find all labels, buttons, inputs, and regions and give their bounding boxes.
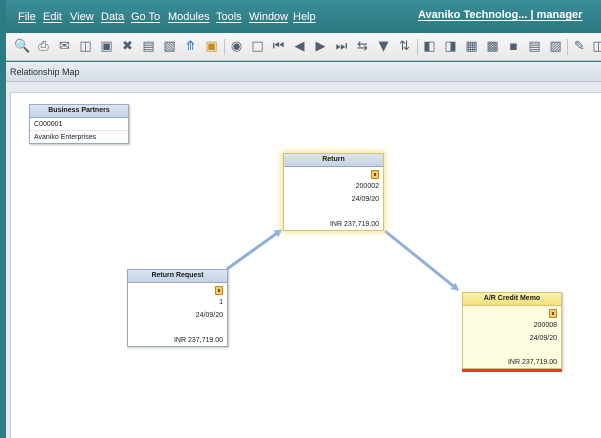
upload-icon[interactable]: ⤊	[182, 38, 199, 55]
current-document-indicator	[462, 369, 562, 372]
base-document-icon[interactable]: ◧	[421, 38, 438, 55]
business-partners-node[interactable]: Business Partners C000001 Avaniko Enterp…	[29, 104, 129, 144]
excel-icon[interactable]: ✖	[119, 38, 136, 55]
doc-date: 24/09/20	[351, 196, 379, 203]
relationship-icon[interactable]: ◫	[590, 38, 601, 55]
connection-arrows	[226, 229, 460, 291]
menu-window[interactable]: Window	[249, 11, 288, 23]
bp-code: C000001	[30, 118, 128, 131]
menu-data[interactable]: Data	[101, 11, 124, 23]
toolbar: 🔍 ⎙ ✉ ◫ ▣ ✖ ▤ ▧ ⤊ ▣ ◉ □ ⏮ ◀ ▶ ⏭ ⇆ ▼ ⇅ ◧ …	[6, 33, 601, 61]
arrow-return-to-credit-memo	[384, 229, 460, 291]
arrow-request-to-return	[226, 229, 283, 271]
next-record-icon[interactable]: ▶	[312, 38, 329, 55]
layout-icon[interactable]: ▪	[505, 38, 522, 55]
return-request-node[interactable]: Return Request 1 24/09/20 INR 237,719.00	[127, 269, 228, 347]
doc-amount: INR 237,719.00	[329, 221, 379, 228]
bp-name: Avaniko Enterprises	[34, 134, 97, 141]
menu-view[interactable]: View	[70, 11, 94, 23]
document-icon	[371, 170, 379, 179]
email-icon[interactable]: ✉	[56, 38, 73, 55]
form-icon[interactable]: ▤	[526, 38, 543, 55]
ar-credit-memo-node[interactable]: A/R Credit Memo 200008 24/09/20 INR 237,…	[462, 292, 562, 372]
gross-profit-icon[interactable]: ▨	[547, 38, 564, 55]
doc-number: 200008	[533, 322, 557, 329]
document-icon	[215, 286, 223, 295]
menu-modules[interactable]: Modules	[168, 11, 210, 23]
node-title: A/R Credit Memo	[463, 293, 561, 306]
toolbar-separator	[567, 39, 568, 55]
return-node[interactable]: Return 200002 24/09/20 INR 237,719.00	[283, 153, 384, 231]
toolbar-separator	[224, 39, 225, 55]
export-icon[interactable]: ◫	[77, 38, 94, 55]
edit-icon[interactable]: ✎	[571, 38, 588, 55]
window-title: Relationship Map	[6, 62, 601, 82]
node-title: Return	[284, 154, 383, 167]
doc-number: 1	[219, 299, 223, 306]
doc-number: 200002	[355, 183, 379, 190]
toolbar-separator	[417, 39, 418, 55]
lock-icon[interactable]: ▣	[203, 38, 220, 55]
refresh-icon[interactable]: ⇆	[354, 38, 371, 55]
previous-record-icon[interactable]: ◀	[291, 38, 308, 55]
doc-amount: INR 237,719.00	[507, 359, 557, 366]
document-edit-icon	[549, 309, 557, 318]
menu-help[interactable]: Help	[293, 11, 316, 23]
node-title: Business Partners	[30, 105, 128, 118]
doc-amount: INR 237,719.00	[173, 337, 223, 344]
last-record-icon[interactable]: ⏭	[333, 38, 350, 55]
first-record-icon[interactable]: ⏮	[270, 38, 287, 55]
find-icon[interactable]: ◉	[228, 38, 245, 55]
menu-edit[interactable]: Edit	[43, 11, 62, 23]
print-icon[interactable]: ⎙	[35, 38, 52, 55]
menu-bar: File Edit View Data Go To Modules Tools …	[6, 0, 601, 33]
relationship-canvas: Business Partners C000001 Avaniko Enterp…	[10, 92, 601, 438]
menu-tools[interactable]: Tools	[216, 11, 242, 23]
sort-icon[interactable]: ⇅	[396, 38, 413, 55]
pdf-icon[interactable]: ▧	[161, 38, 178, 55]
add-icon[interactable]: □	[249, 38, 266, 55]
filter-icon[interactable]: ▼	[375, 38, 392, 55]
target-document-icon[interactable]: ◨	[442, 38, 459, 55]
doc-date: 24/09/20	[529, 335, 557, 342]
journal-icon[interactable]: ▩	[484, 38, 501, 55]
settings-icon[interactable]: ▦	[463, 38, 480, 55]
menu-file[interactable]: File	[18, 11, 36, 23]
node-title: Return Request	[128, 270, 227, 283]
word-icon[interactable]: ▤	[140, 38, 157, 55]
doc-date: 24/09/20	[195, 312, 223, 319]
save-icon[interactable]: ▣	[98, 38, 115, 55]
print-preview-icon[interactable]: 🔍	[14, 38, 31, 55]
menu-goto[interactable]: Go To	[131, 11, 160, 23]
user-company-label[interactable]: Avaniko Technolog... | manager	[418, 9, 582, 21]
